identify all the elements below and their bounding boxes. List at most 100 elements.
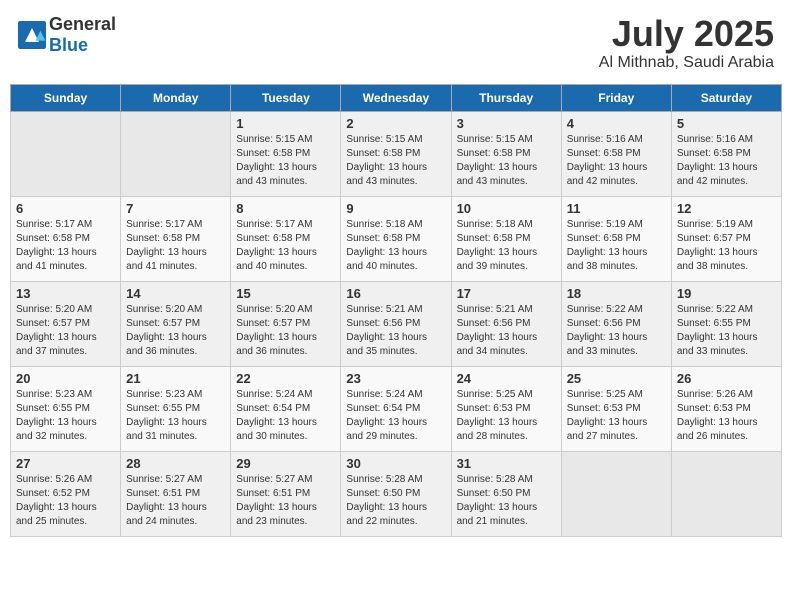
calendar-day-cell: 13 Sunrise: 5:20 AMSunset: 6:57 PMDayligh… [11, 281, 121, 366]
calendar-table: SundayMondayTuesdayWednesdayThursdayFrid… [10, 84, 782, 537]
calendar-day-cell: 14Sunrise: 5:20 AMSunset: 6:57 PMDayligh… [121, 281, 231, 366]
calendar-day-cell: 22 Sunrise: 5:24 AMSunset: 6:54 PMDayligh… [231, 366, 341, 451]
day-info: Sunrise: 5:21 AMSunset: 6:56 PMDaylight:… [457, 303, 556, 359]
logo-icon [18, 21, 46, 49]
day-info: Sunrise: 5:25 AMSunset: 6:53 PMDaylight:… [567, 388, 666, 444]
calendar-header-monday: Monday [121, 84, 231, 111]
calendar-day-cell: 12Sunrise: 5:19 AMSunset: 6:57 PMDayligh… [671, 196, 781, 281]
day-info: Sunrise: 5:27 AMSunset: 6:51 PMDaylight:… [126, 473, 225, 529]
calendar-day-cell: 9 Sunrise: 5:18 AMSunset: 6:58 PMDaylight… [341, 196, 451, 281]
day-number: 1 [236, 116, 335, 131]
day-number: 12 [677, 201, 776, 216]
day-number: 22 [236, 371, 335, 386]
day-info: Sunrise: 5:28 AMSunset: 6:50 PMDaylight:… [457, 473, 556, 529]
day-info: Sunrise: 5:24 AMSunset: 6:54 PMDaylight:… [346, 388, 445, 444]
day-number: 16 [346, 286, 445, 301]
day-number: 27 [16, 456, 115, 471]
calendar-day-cell: 25 Sunrise: 5:25 AMSunset: 6:53 PMDayligh… [561, 366, 671, 451]
day-info: Sunrise: 5:25 AMSunset: 6:53 PMDaylight:… [457, 388, 556, 444]
day-info: Sunrise: 5:27 AMSunset: 6:51 PMDaylight:… [236, 473, 335, 529]
day-number: 25 [567, 371, 666, 386]
calendar-header-friday: Friday [561, 84, 671, 111]
calendar-week-row: 27Sunrise: 5:26 AMSunset: 6:52 PMDayligh… [11, 451, 782, 536]
day-number: 6 [16, 201, 115, 216]
calendar-day-cell: 23 Sunrise: 5:24 AMSunset: 6:54 PMDayligh… [341, 366, 451, 451]
day-info: Sunrise: 5:17 AMSunset: 6:58 PMDaylight:… [126, 218, 225, 274]
day-info: Sunrise: 5:17 AMSunset: 6:58 PMDaylight:… [16, 218, 115, 274]
day-info: Sunrise: 5:23 AMSunset: 6:55 PMDaylight:… [126, 388, 225, 444]
calendar-day-cell: 17Sunrise: 5:21 AMSunset: 6:56 PMDayligh… [451, 281, 561, 366]
day-info: Sunrise: 5:15 AMSunset: 6:58 PMDaylight:… [457, 133, 556, 189]
calendar-week-row: 1 Sunrise: 5:15 AMSunset: 6:58 PMDaylight… [11, 111, 782, 196]
day-info: Sunrise: 5:18 AMSunset: 6:58 PMDaylight:… [346, 218, 445, 274]
calendar-day-cell: 31 Sunrise: 5:28 AMSunset: 6:50 PMDayligh… [451, 451, 561, 536]
day-number: 31 [457, 456, 556, 471]
day-number: 9 [346, 201, 445, 216]
calendar-day-cell: 11 Sunrise: 5:19 AMSunset: 6:58 PMDayligh… [561, 196, 671, 281]
day-info: Sunrise: 5:15 AMSunset: 6:58 PMDaylight:… [346, 133, 445, 189]
day-info: Sunrise: 5:22 AMSunset: 6:56 PMDaylight:… [567, 303, 666, 359]
calendar-header-tuesday: Tuesday [231, 84, 341, 111]
logo-general-text: General [49, 14, 116, 34]
day-number: 7 [126, 201, 225, 216]
day-info: Sunrise: 5:18 AMSunset: 6:58 PMDaylight:… [457, 218, 556, 274]
calendar-header-sunday: Sunday [11, 84, 121, 111]
calendar-day-cell: 24 Sunrise: 5:25 AMSunset: 6:53 PMDayligh… [451, 366, 561, 451]
calendar-day-cell: 10Sunrise: 5:18 AMSunset: 6:58 PMDayligh… [451, 196, 561, 281]
calendar-day-cell: 19 Sunrise: 5:22 AMSunset: 6:55 PMDayligh… [671, 281, 781, 366]
calendar-week-row: 6 Sunrise: 5:17 AMSunset: 6:58 PMDaylight… [11, 196, 782, 281]
calendar-day-cell: 7 Sunrise: 5:17 AMSunset: 6:58 PMDaylight… [121, 196, 231, 281]
day-info: Sunrise: 5:16 AMSunset: 6:58 PMDaylight:… [677, 133, 776, 189]
day-number: 20 [16, 371, 115, 386]
calendar-day-cell: 27Sunrise: 5:26 AMSunset: 6:52 PMDayligh… [11, 451, 121, 536]
calendar-day-cell: 26Sunrise: 5:26 AMSunset: 6:53 PMDayligh… [671, 366, 781, 451]
calendar-week-row: 20 Sunrise: 5:23 AMSunset: 6:55 PMDayligh… [11, 366, 782, 451]
calendar-day-cell: 4 Sunrise: 5:16 AMSunset: 6:58 PMDaylight… [561, 111, 671, 196]
day-info: Sunrise: 5:28 AMSunset: 6:50 PMDaylight:… [346, 473, 445, 529]
calendar-day-cell: 30 Sunrise: 5:28 AMSunset: 6:50 PMDayligh… [341, 451, 451, 536]
day-number: 3 [457, 116, 556, 131]
calendar-day-cell: 1 Sunrise: 5:15 AMSunset: 6:58 PMDaylight… [231, 111, 341, 196]
day-info: Sunrise: 5:20 AMSunset: 6:57 PMDaylight:… [16, 303, 115, 359]
calendar-day-cell: 6 Sunrise: 5:17 AMSunset: 6:58 PMDaylight… [11, 196, 121, 281]
day-number: 15 [236, 286, 335, 301]
calendar-header-saturday: Saturday [671, 84, 781, 111]
day-info: Sunrise: 5:19 AMSunset: 6:58 PMDaylight:… [567, 218, 666, 274]
day-number: 5 [677, 116, 776, 131]
day-number: 29 [236, 456, 335, 471]
day-number: 13 [16, 286, 115, 301]
day-number: 18 [567, 286, 666, 301]
calendar-day-cell: 20 Sunrise: 5:23 AMSunset: 6:55 PMDayligh… [11, 366, 121, 451]
calendar-header-thursday: Thursday [451, 84, 561, 111]
calendar-day-cell: 21Sunrise: 5:23 AMSunset: 6:55 PMDayligh… [121, 366, 231, 451]
calendar-week-row: 13 Sunrise: 5:20 AMSunset: 6:57 PMDayligh… [11, 281, 782, 366]
page-header: General Blue July 2025 Al Mithnab, Saudi… [10, 10, 782, 76]
logo-blue-text: Blue [49, 35, 88, 55]
day-info: Sunrise: 5:23 AMSunset: 6:55 PMDaylight:… [16, 388, 115, 444]
day-number: 4 [567, 116, 666, 131]
calendar-day-cell: 28 Sunrise: 5:27 AMSunset: 6:51 PMDayligh… [121, 451, 231, 536]
calendar-day-cell: 5 Sunrise: 5:16 AMSunset: 6:58 PMDaylight… [671, 111, 781, 196]
day-number: 23 [346, 371, 445, 386]
day-number: 11 [567, 201, 666, 216]
calendar-day-cell: 15Sunrise: 5:20 AMSunset: 6:57 PMDayligh… [231, 281, 341, 366]
day-info: Sunrise: 5:15 AMSunset: 6:58 PMDaylight:… [236, 133, 335, 189]
day-number: 30 [346, 456, 445, 471]
calendar-day-cell: 3 Sunrise: 5:15 AMSunset: 6:58 PMDaylight… [451, 111, 561, 196]
logo: General Blue [18, 14, 116, 56]
month-title: July 2025 [599, 14, 774, 54]
day-number: 24 [457, 371, 556, 386]
calendar-day-cell: 8Sunrise: 5:17 AMSunset: 6:58 PMDaylight… [231, 196, 341, 281]
day-number: 19 [677, 286, 776, 301]
day-info: Sunrise: 5:16 AMSunset: 6:58 PMDaylight:… [567, 133, 666, 189]
location-title: Al Mithnab, Saudi Arabia [599, 54, 774, 72]
title-block: July 2025 Al Mithnab, Saudi Arabia [599, 14, 774, 72]
day-info: Sunrise: 5:24 AMSunset: 6:54 PMDaylight:… [236, 388, 335, 444]
day-info: Sunrise: 5:17 AMSunset: 6:58 PMDaylight:… [236, 218, 335, 274]
calendar-day-cell: 29 Sunrise: 5:27 AMSunset: 6:51 PMDayligh… [231, 451, 341, 536]
day-number: 28 [126, 456, 225, 471]
calendar-day-cell [561, 451, 671, 536]
calendar-header-wednesday: Wednesday [341, 84, 451, 111]
day-info: Sunrise: 5:22 AMSunset: 6:55 PMDaylight:… [677, 303, 776, 359]
calendar-day-cell: 16Sunrise: 5:21 AMSunset: 6:56 PMDayligh… [341, 281, 451, 366]
